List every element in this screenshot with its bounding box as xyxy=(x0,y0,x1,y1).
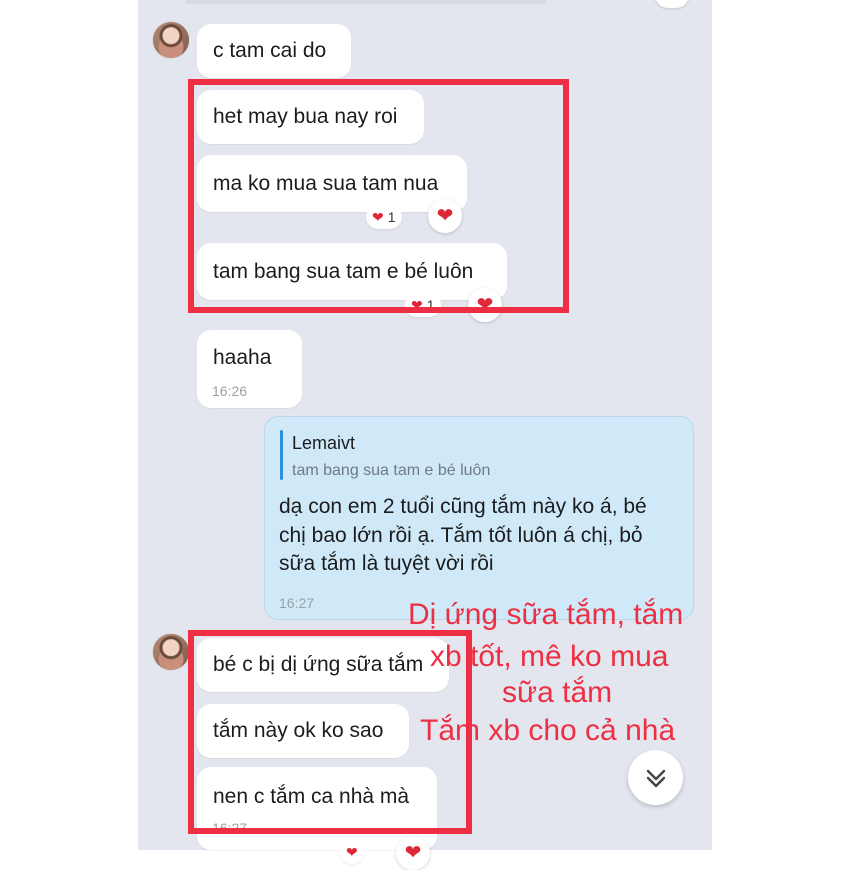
message-text: c tam cai do xyxy=(213,39,327,62)
reply-text-line: sữa tắm là tuyệt vời rồi xyxy=(279,552,494,575)
reply-text-line: chị bao lớn rồi ạ. Tắm tốt luôn á chị, b… xyxy=(279,524,643,547)
annotation-line: xb tốt, mê ko mua xyxy=(430,640,669,673)
scroll-to-bottom-button[interactable] xyxy=(628,750,683,805)
chevron-double-down-icon xyxy=(646,769,665,787)
reply-text-line: dạ con em 2 tuổi cũng tắm này ko á, bé xyxy=(279,495,647,518)
heart-icon: ❤ xyxy=(346,844,358,860)
heart-icon: ❤ xyxy=(404,842,422,864)
annotation-line: sữa tắm xyxy=(502,676,613,709)
message-timestamp: 16:27 xyxy=(279,595,315,611)
quoted-sender-name: Lemaivt xyxy=(292,433,356,453)
quote-bar xyxy=(280,430,283,480)
message-bubble[interactable]: c tam cai do xyxy=(197,24,351,78)
sender-avatar[interactable] xyxy=(152,21,190,59)
react-button[interactable]: ❤ xyxy=(396,836,430,870)
top-partial-bar xyxy=(186,0,546,4)
message-timestamp: 16:26 xyxy=(212,383,248,399)
message-text: haaha xyxy=(213,346,272,369)
quoted-message-text: tam bang sua tam e bé luôn xyxy=(292,462,491,479)
reaction-summary[interactable]: ❤ xyxy=(340,840,364,864)
highlight-box xyxy=(188,79,569,313)
sender-avatar[interactable] xyxy=(152,633,190,671)
annotation-line: Tắm xb cho cả nhà xyxy=(420,714,676,747)
annotation-line: Dị ứng sữa tắm, tắm xyxy=(408,598,684,631)
